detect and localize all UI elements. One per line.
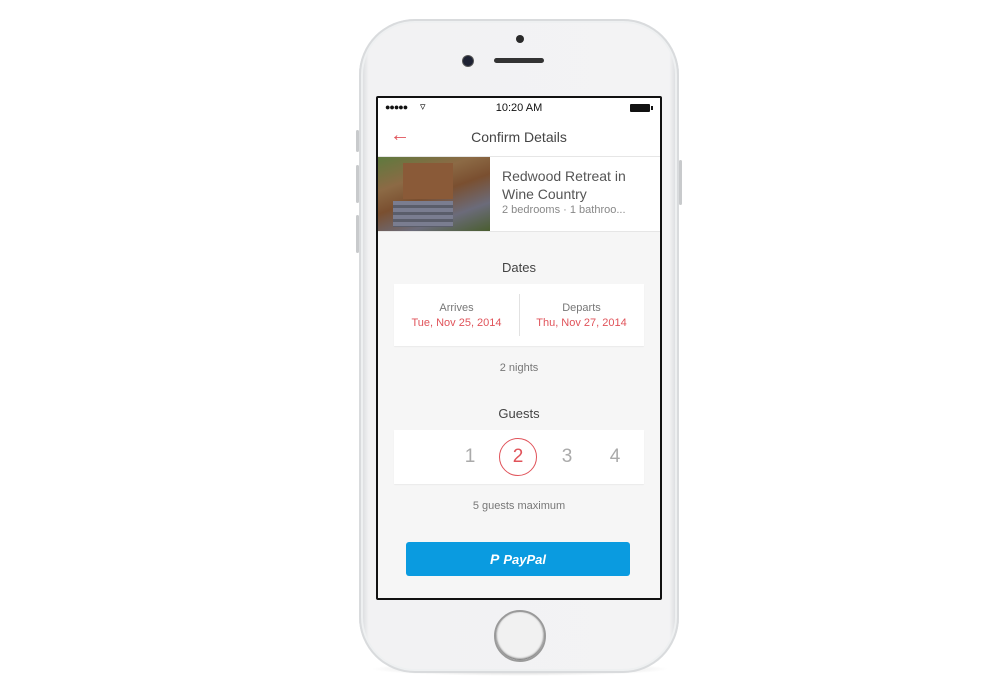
arrives-label: Arrives — [439, 302, 474, 314]
home-button[interactable] — [494, 610, 546, 662]
earpiece-speaker — [494, 58, 544, 63]
power-button — [679, 160, 682, 205]
listing-photo — [378, 157, 490, 231]
paypal-button[interactable]: P PayPal — [406, 542, 630, 576]
dates-card: Arrives Tue, Nov 25, 2014 Departs Thu, N… — [394, 284, 644, 346]
page-title: Confirm Details — [471, 129, 567, 145]
listing-title: Redwood Retreat in Wine Country — [502, 168, 626, 202]
proximity-sensor — [516, 35, 524, 43]
arrives-date[interactable]: Arrives Tue, Nov 25, 2014 — [394, 284, 519, 346]
battery-icon — [630, 104, 653, 112]
status-bar: ●●●●● ▿ 10:20 AM — [378, 98, 660, 118]
guest-option-2-selected[interactable]: 2 — [499, 438, 537, 476]
nav-bar: ← Confirm Details — [378, 118, 660, 156]
volume-down-button — [356, 215, 359, 253]
arrives-value: Tue, Nov 25, 2014 — [411, 317, 502, 329]
cabin-graphic — [403, 163, 453, 199]
guests-max-caption: 5 guests maximum — [472, 500, 566, 512]
listing-summary[interactable]: Redwood Retreat in Wine Country 2 bedroo… — [378, 156, 660, 232]
departs-label: Departs — [562, 302, 601, 314]
mute-switch — [356, 130, 359, 152]
dates-heading: Dates — [502, 260, 536, 275]
paypal-label: PayPal — [503, 552, 546, 567]
guests-heading: Guests — [498, 406, 540, 421]
paypal-logo-icon: P — [490, 551, 500, 567]
guest-selector: 1 2 3 4 — [394, 430, 644, 484]
front-camera — [463, 56, 473, 66]
guest-option-4[interactable]: 4 — [596, 438, 634, 476]
volume-up-button — [356, 165, 359, 203]
status-time: 10:20 AM — [495, 102, 543, 114]
departs-value: Thu, Nov 27, 2014 — [536, 317, 627, 329]
stairs-graphic — [393, 201, 453, 227]
nights-count: 2 nights — [499, 362, 539, 374]
guest-option-1[interactable]: 1 — [451, 438, 489, 476]
guest-option-3[interactable]: 3 — [548, 438, 586, 476]
departs-date[interactable]: Departs Thu, Nov 27, 2014 — [519, 284, 644, 346]
listing-details: 2 bedrooms · 1 bathroo... — [502, 204, 626, 216]
app-screen: ●●●●● ▿ 10:20 AM ← Confirm Details Redwo… — [378, 98, 660, 598]
